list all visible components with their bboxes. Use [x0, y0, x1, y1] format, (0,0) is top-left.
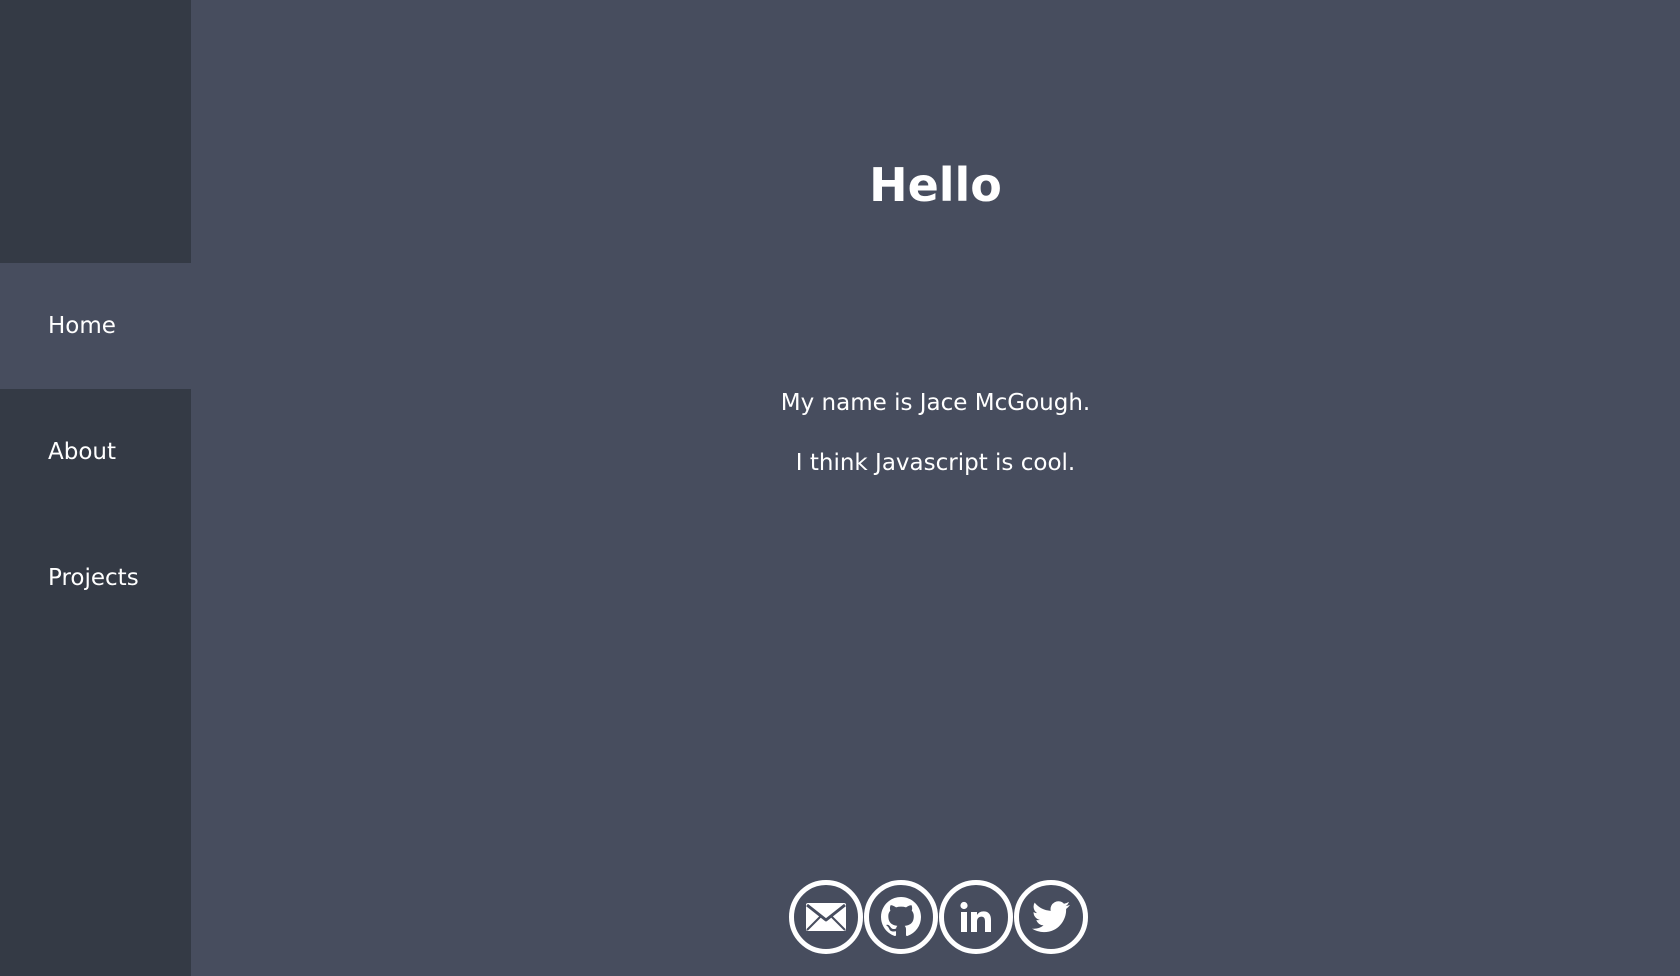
email-link[interactable]: [789, 880, 863, 954]
page-title: Hello: [869, 158, 1002, 212]
mail-icon: [806, 903, 846, 931]
intro-text: I think Javascript is cool.: [795, 450, 1076, 476]
sidebar-item-projects[interactable]: Projects: [0, 515, 191, 641]
sidebar-item-home[interactable]: Home: [0, 263, 191, 389]
sidebar: Home About Projects: [0, 0, 191, 976]
social-links: [789, 880, 1088, 954]
sidebar-item-label: Projects: [48, 565, 139, 591]
github-icon: [881, 897, 921, 937]
twitter-icon: [1032, 901, 1070, 933]
intro-text: My name is Jace McGough.: [780, 390, 1091, 416]
sidebar-item-about[interactable]: About: [0, 389, 191, 515]
github-link[interactable]: [864, 880, 938, 954]
linkedin-link[interactable]: [939, 880, 1013, 954]
sidebar-item-label: Home: [48, 313, 116, 339]
sidebar-item-label: About: [48, 439, 117, 465]
linkedin-icon: [959, 901, 993, 933]
main-content: Hello My name is Jace McGough. I think J…: [191, 0, 1680, 976]
twitter-link[interactable]: [1014, 880, 1088, 954]
